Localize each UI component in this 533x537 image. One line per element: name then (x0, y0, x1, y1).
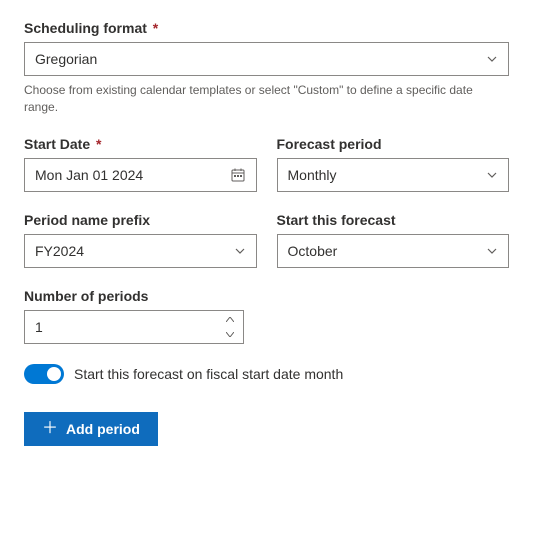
fiscal-start-toggle[interactable] (24, 364, 64, 384)
scheduling-format-label: Scheduling format * (24, 20, 509, 36)
start-date-input[interactable]: Mon Jan 01 2024 (24, 158, 257, 192)
fiscal-start-toggle-label: Start this forecast on fiscal start date… (74, 366, 343, 382)
spinner-down-button[interactable] (221, 327, 239, 342)
button-label: Add period (66, 421, 140, 437)
start-date-label: Start Date * (24, 136, 257, 152)
select-value: Monthly (288, 167, 487, 183)
select-value: FY2024 (35, 243, 234, 259)
period-prefix-select[interactable]: FY2024 (24, 234, 257, 268)
period-prefix-label: Period name prefix (24, 212, 257, 228)
forecast-period-select[interactable]: Monthly (277, 158, 510, 192)
chevron-down-icon (486, 245, 498, 257)
chevron-down-icon (486, 53, 498, 65)
num-periods-input[interactable]: 1 (24, 310, 244, 344)
toggle-knob (47, 367, 61, 381)
plus-icon: ＋ (42, 421, 58, 437)
label-text: Scheduling format (24, 20, 147, 36)
forecast-period-label: Forecast period (277, 136, 510, 152)
scheduling-format-helper: Choose from existing calendar templates … (24, 82, 509, 116)
number-spinner (221, 312, 239, 342)
start-forecast-select[interactable]: October (277, 234, 510, 268)
select-value: October (288, 243, 487, 259)
num-periods-label: Number of periods (24, 288, 509, 304)
chevron-down-icon (486, 169, 498, 181)
label-text: Start Date (24, 136, 90, 152)
spinner-up-button[interactable] (221, 312, 239, 327)
date-value: Mon Jan 01 2024 (35, 167, 230, 183)
chevron-down-icon (234, 245, 246, 257)
required-indicator: * (153, 20, 158, 36)
required-indicator: * (96, 136, 101, 152)
scheduling-format-select[interactable]: Gregorian (24, 42, 509, 76)
number-value: 1 (35, 319, 221, 335)
calendar-icon (230, 167, 246, 183)
add-period-button[interactable]: ＋ Add period (24, 412, 158, 446)
select-value: Gregorian (35, 51, 486, 67)
start-forecast-label: Start this forecast (277, 212, 510, 228)
